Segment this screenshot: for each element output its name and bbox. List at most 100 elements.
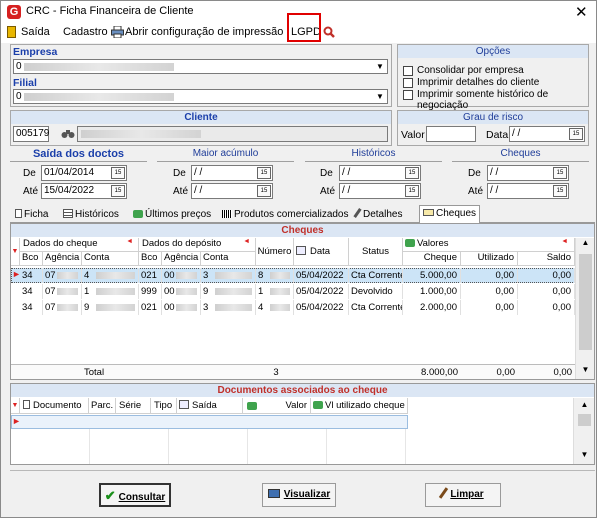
close-icon[interactable]: ✕ — [575, 3, 588, 21]
tab-cheques[interactable]: Cheques — [419, 205, 481, 223]
saida-ate-input[interactable]: 15/04/2022 15 — [41, 183, 127, 199]
calendar-icon[interactable]: 15 — [553, 167, 567, 179]
total-utilizado: 0,00 — [496, 367, 516, 378]
imprimir-historico-checkbox[interactable] — [403, 90, 413, 100]
col-serie[interactable]: Série — [116, 398, 151, 414]
binoculars-icon[interactable] — [61, 128, 75, 139]
hist-ate-input[interactable]: / / 15 — [339, 183, 421, 199]
col-conta-deposito[interactable]: Conta — [201, 252, 256, 266]
menu-cadastro[interactable]: Cadastro — [63, 26, 108, 38]
calendar-icon[interactable]: 15 — [111, 167, 125, 179]
calendar-icon[interactable]: 15 — [111, 185, 125, 197]
filial-select[interactable]: 0 ▼ — [13, 89, 388, 104]
scroll-thumb[interactable] — [579, 254, 592, 350]
opcoes-title: Opções — [398, 45, 588, 58]
tab-ultimos-precos[interactable]: Últimos preços — [130, 207, 214, 223]
barcode-icon — [222, 210, 232, 218]
calendar-icon[interactable]: 15 — [257, 185, 271, 197]
calendar-icon[interactable]: 15 — [257, 167, 271, 179]
col-vl-utilizado[interactable]: Vl utilizado cheque — [311, 398, 408, 414]
bottom-divider — [10, 470, 595, 471]
money-icon — [313, 401, 323, 409]
hist-de-label: De — [320, 168, 333, 179]
empresa-select[interactable]: 0 ▼ — [13, 59, 388, 74]
main-window: G CRC - Ficha Financeira de Cliente ✕ Sa… — [0, 0, 597, 518]
calendar-icon[interactable]: 15 — [569, 128, 583, 140]
money-icon — [247, 402, 257, 410]
saida-de-input[interactable]: 01/04/2014 15 — [41, 165, 127, 181]
chevron-down-icon[interactable]: ▼ — [373, 90, 387, 103]
cliente-code-input[interactable]: 005179 — [13, 126, 49, 142]
limpar-button[interactable]: Limpar — [425, 483, 501, 507]
docs-empty-row[interactable] — [11, 415, 408, 429]
consolidar-checkbox[interactable] — [403, 66, 413, 76]
col-cheque[interactable]: Cheque — [403, 252, 461, 266]
menu-saida[interactable]: Saída — [21, 26, 50, 38]
money-icon — [133, 210, 143, 218]
redacted-agencia — [57, 272, 78, 279]
collapse-arrow-icon[interactable]: ◄ — [243, 238, 250, 245]
chevron-down-icon[interactable]: ▼ — [373, 60, 387, 73]
total-saldo: 0,00 — [553, 367, 573, 378]
col-bco-cheque[interactable]: Bco — [20, 252, 43, 266]
col-agencia-deposito[interactable]: Agência — [162, 252, 201, 266]
consultar-button[interactable]: ✔ Consultar — [99, 483, 171, 507]
calendar-icon[interactable]: 15 — [553, 185, 567, 197]
valores-label: Valores — [417, 238, 449, 249]
dados-deposito-label: Dados do depósito — [142, 238, 222, 249]
tab-historicos[interactable]: Históricos — [60, 207, 122, 223]
cheques-dates-section: Cheques — [452, 148, 589, 162]
valor-input[interactable] — [426, 126, 476, 142]
redacted-conta — [96, 304, 135, 311]
collapse-arrow-icon[interactable]: ◄ — [126, 238, 133, 245]
col-conta-cheque[interactable]: Conta — [82, 252, 139, 266]
visualizar-button[interactable]: Visualizar — [262, 483, 336, 507]
col-status[interactable]: Status — [349, 238, 403, 266]
chq-de-input[interactable]: / / 15 — [487, 165, 569, 181]
imprimir-detalhes-checkbox[interactable] — [403, 78, 413, 88]
cell-utilizado: 0,00 — [461, 284, 518, 299]
col-valor[interactable]: Valor — [243, 398, 311, 414]
document-icon — [23, 400, 30, 409]
scroll-up-icon[interactable]: ▲ — [576, 238, 595, 252]
col-documento[interactable]: Documento — [20, 398, 89, 414]
tab-detalhes[interactable]: Detalhes — [353, 207, 405, 223]
col-numero[interactable]: Número — [256, 238, 294, 266]
scroll-up-icon[interactable]: ▲ — [574, 400, 595, 412]
col-bco-deposito[interactable]: Bco — [139, 252, 162, 266]
hist-de-input[interactable]: / / 15 — [339, 165, 421, 181]
col-parc[interactable]: Parc. — [89, 398, 116, 414]
scroll-down-icon[interactable]: ▼ — [574, 450, 595, 462]
acumulo-ate-input[interactable]: / / 15 — [191, 183, 273, 199]
tab-produtos[interactable]: Produtos comercializados — [219, 207, 352, 223]
col-utilizado[interactable]: Utilizado — [461, 252, 518, 266]
col-saldo[interactable]: Saldo — [518, 252, 575, 266]
calendar-icon[interactable]: 15 — [405, 167, 419, 179]
scroll-thumb[interactable] — [578, 414, 591, 426]
empresa-label: Empresa — [13, 46, 58, 58]
hist-ate-label: Até — [320, 186, 336, 197]
search-icon[interactable] — [323, 26, 335, 38]
chq-ate-input[interactable]: / / 15 — [487, 183, 569, 199]
docs-scrollbar[interactable]: ▲ ▼ — [573, 398, 594, 464]
col-data[interactable]: Data — [294, 238, 349, 266]
collapse-arrow-icon[interactable]: ◄ — [561, 238, 568, 245]
scroll-down-icon[interactable]: ▼ — [576, 365, 595, 379]
calendar-icon[interactable]: 15 — [405, 185, 419, 197]
lgpd-highlight-box — [287, 13, 321, 42]
cheques-scrollbar[interactable]: ▲ ▼ — [575, 238, 594, 379]
filial-select-value: 0 — [16, 91, 22, 102]
tab-historicos-label: Históricos — [75, 209, 119, 220]
col-agencia-cheque[interactable]: Agência — [43, 252, 82, 266]
tab-ficha[interactable]: Ficha — [12, 207, 51, 223]
col-tipo[interactable]: Tipo — [151, 398, 177, 414]
cliente-name-redacted — [81, 130, 201, 138]
empresa-select-value: 0 — [16, 61, 22, 72]
grau-data-input[interactable]: / / 15 — [509, 126, 585, 142]
acumulo-de-input[interactable]: / / 15 — [191, 165, 273, 181]
historicos-title: Históricos — [305, 148, 442, 162]
consultar-label: Consultar — [118, 492, 166, 503]
redacted-conta-dep — [215, 288, 252, 295]
menu-abrir-configuracao[interactable]: Abrir configuração de impressão — [125, 26, 283, 38]
col-saida[interactable]: Saída — [177, 398, 243, 414]
